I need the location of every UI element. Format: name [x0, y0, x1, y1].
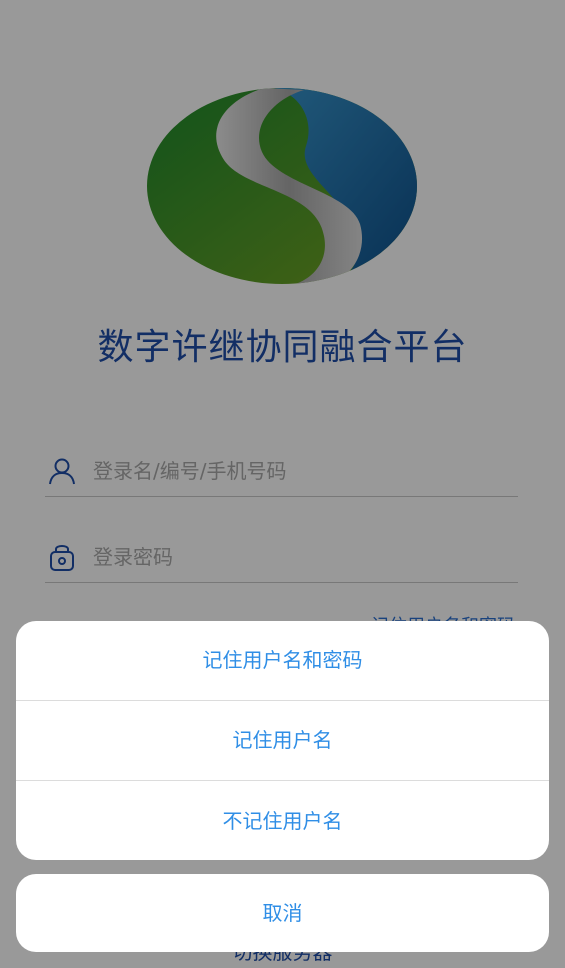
action-sheet: 记住用户名和密码 记住用户名 不记住用户名: [16, 621, 549, 860]
option-dont-remember-username[interactable]: 不记住用户名: [16, 781, 549, 860]
option-remember-username[interactable]: 记住用户名: [16, 701, 549, 781]
cancel-button[interactable]: 取消: [16, 874, 549, 952]
option-remember-username-password[interactable]: 记住用户名和密码: [16, 621, 549, 701]
